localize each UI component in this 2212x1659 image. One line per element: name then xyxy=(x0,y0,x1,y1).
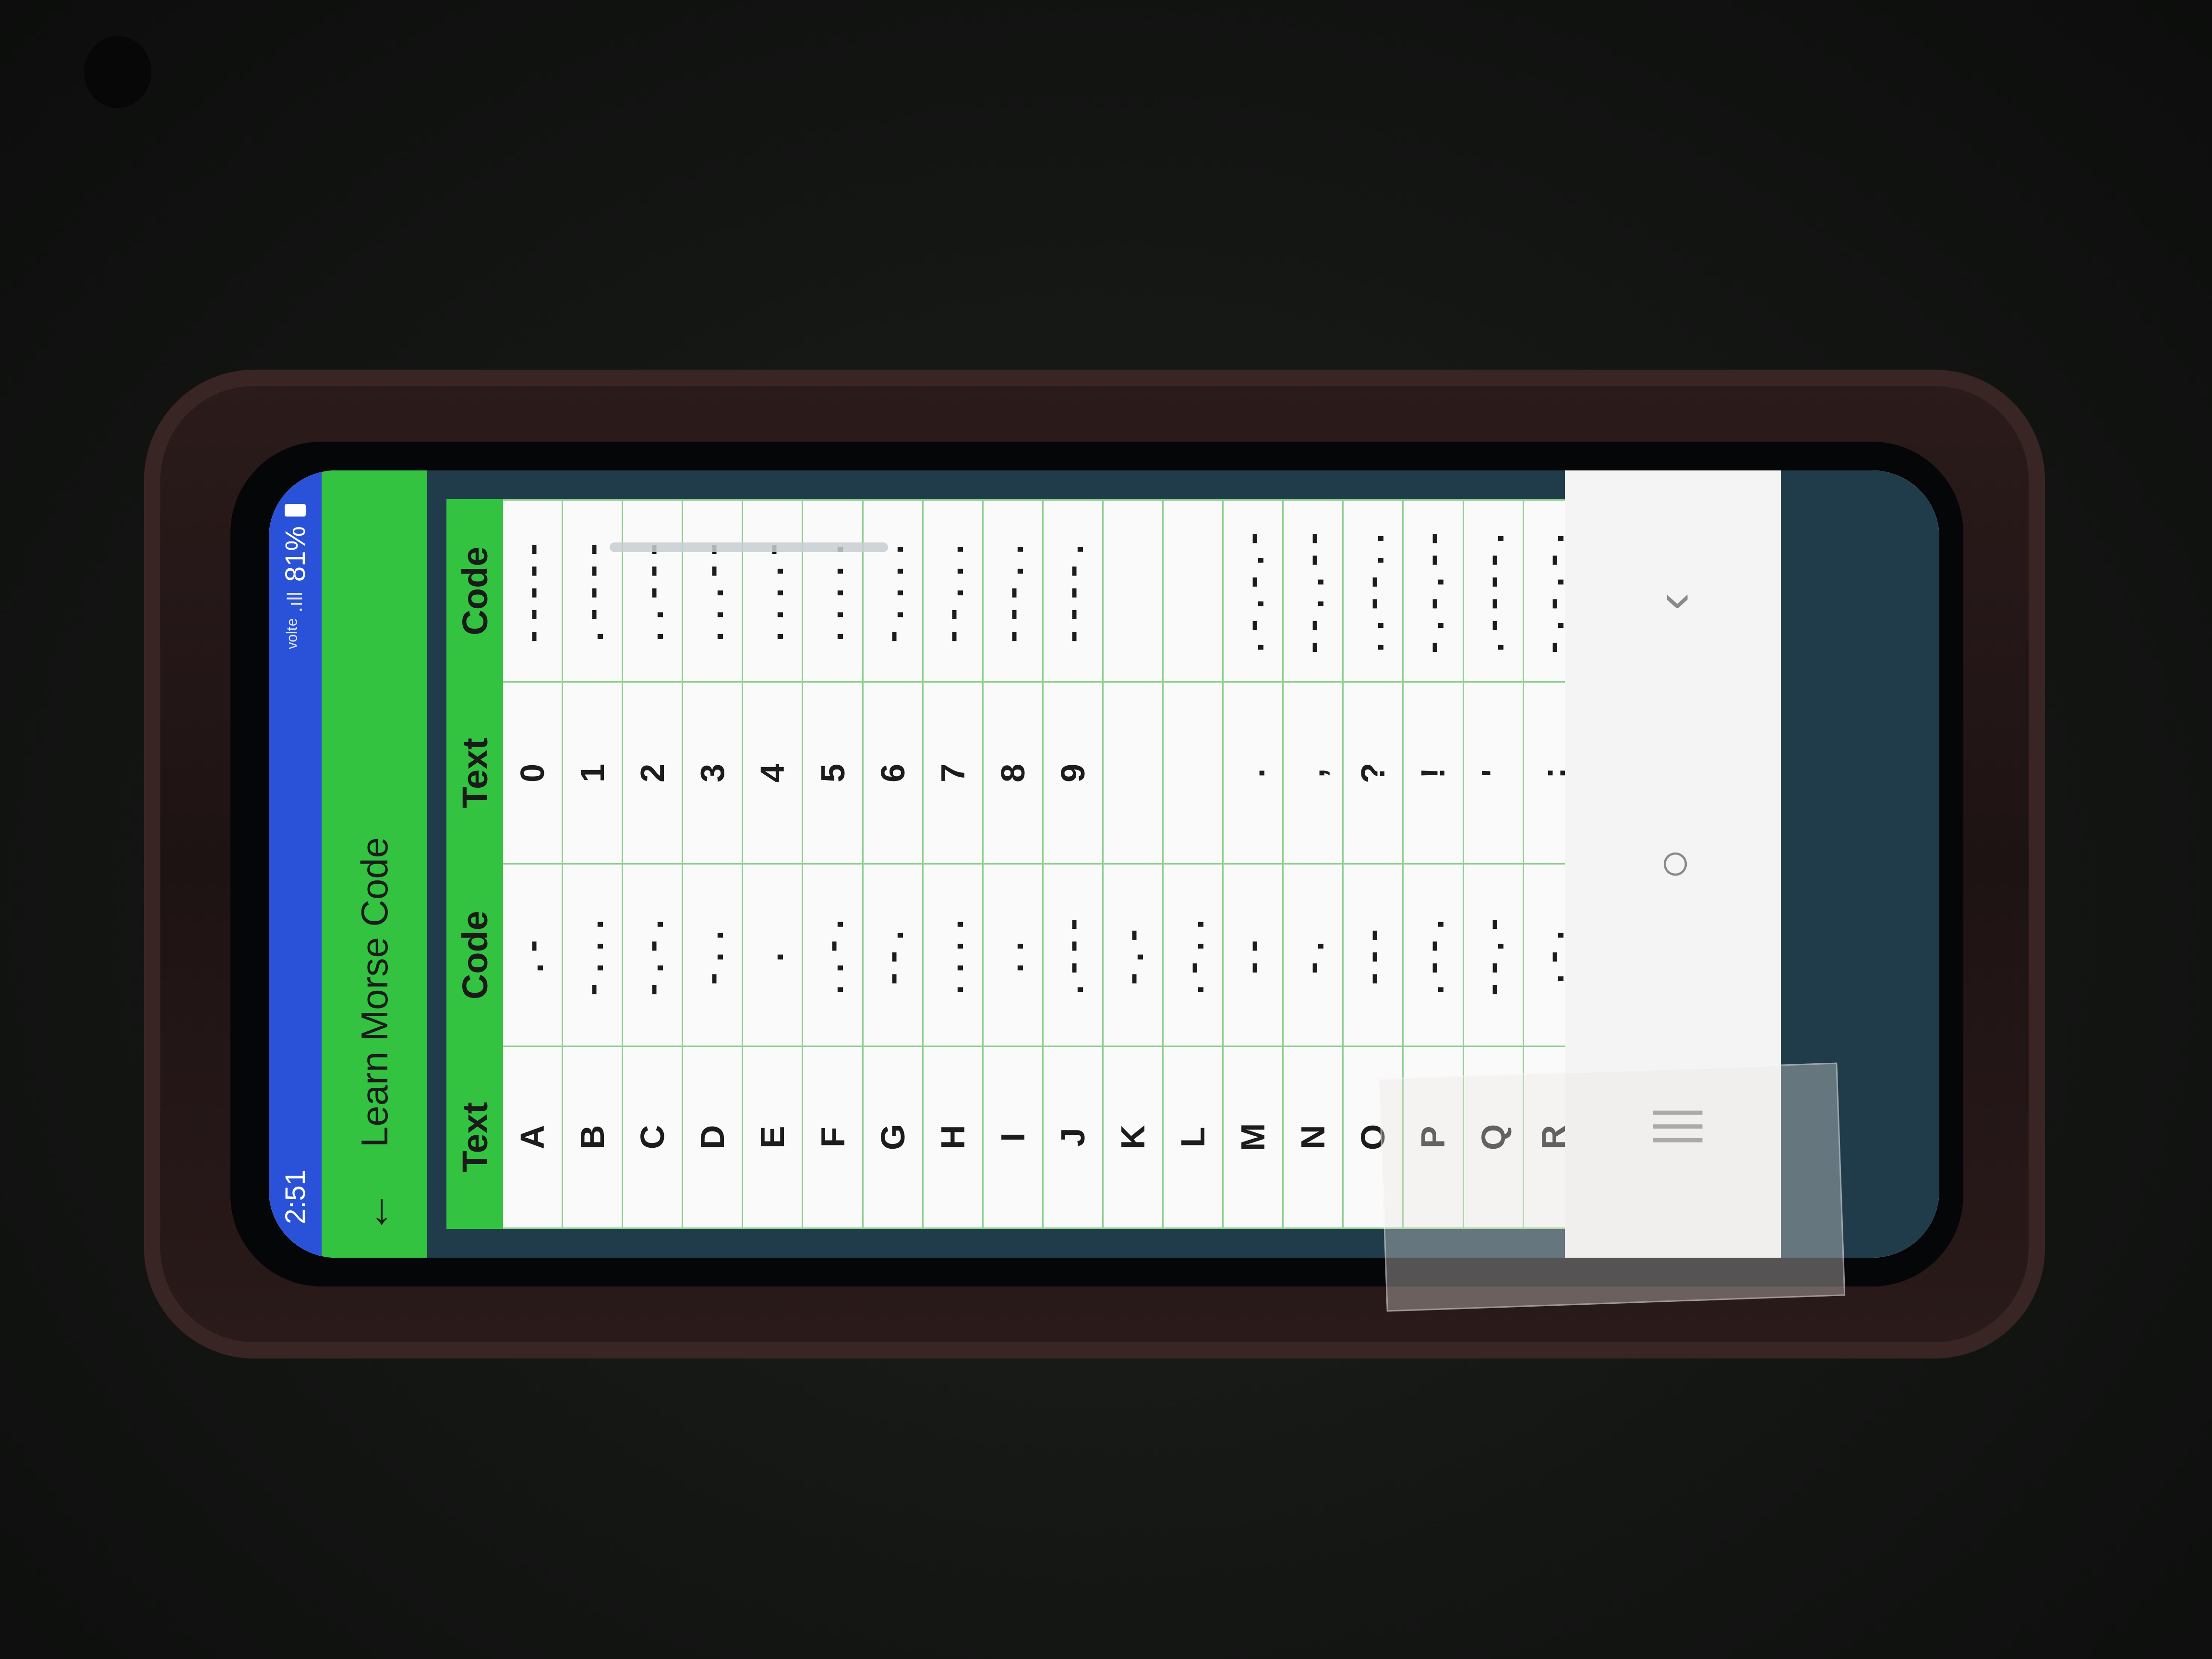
page-title: Learn Morse Code xyxy=(353,837,396,1147)
status-time: 2:51 xyxy=(279,1170,311,1224)
scroll-handle[interactable] xyxy=(610,542,888,552)
table-row: B -... 1 .---- xyxy=(562,500,623,1228)
code-cell: ----. xyxy=(1043,500,1103,682)
text-cell: A xyxy=(502,1046,563,1228)
code-cell: ..--- xyxy=(622,500,683,682)
code-cell: -.- xyxy=(1103,864,1163,1046)
code-cell: -- xyxy=(1223,864,1283,1046)
table-row: L .-.. xyxy=(1163,500,1223,1228)
text-cell: 2 xyxy=(622,682,683,864)
table-row: J .--- 9 ----. xyxy=(1043,500,1103,1228)
text-cell: ? xyxy=(1343,682,1403,864)
code-cell: -.. xyxy=(682,864,743,1046)
signal-icon: ᵛᵒˡᵗᵉ .ıll xyxy=(283,591,307,649)
text-cell: , xyxy=(1283,682,1343,864)
table-row: G --. 6 -.... xyxy=(863,500,923,1228)
code-cell: --.- xyxy=(1463,864,1524,1046)
status-bar: 2:51 ᵛᵒˡᵗᵉ .ıll 81% xyxy=(269,470,322,1258)
background-hole xyxy=(84,36,151,108)
code-cell: --. xyxy=(863,864,923,1046)
home-icon[interactable]: ○ xyxy=(1643,792,1704,936)
code-cell: .... xyxy=(923,864,983,1046)
code-cell: .----. xyxy=(1463,500,1524,682)
text-cell: N xyxy=(1283,1046,1343,1228)
code-cell: .-.-.- xyxy=(1223,500,1283,682)
table-row: A .- 0 ----- xyxy=(502,500,563,1228)
text-cell: 1 xyxy=(562,682,623,864)
text-cell: ' xyxy=(1463,682,1524,864)
text-cell: 0 xyxy=(502,682,563,864)
code-cell: ...-- xyxy=(682,500,743,682)
text-cell xyxy=(1103,682,1163,864)
text-cell: C xyxy=(622,1046,683,1228)
text-cell: E xyxy=(742,1046,803,1228)
text-cell: 7 xyxy=(923,682,983,864)
table-row: N -., --..-- xyxy=(1283,500,1343,1228)
code-cell: -. xyxy=(1283,864,1343,1046)
code-cell: --... xyxy=(923,500,983,682)
code-cell: .---- xyxy=(562,500,623,682)
code-cell xyxy=(1163,500,1223,682)
code-cell: -.-. xyxy=(622,864,683,1046)
table-row: E. 4 ....- xyxy=(742,500,803,1228)
text-cell: F xyxy=(802,1046,863,1228)
table-row: H.... 7 --... xyxy=(923,500,983,1228)
tape-overlay xyxy=(1378,1062,1846,1312)
text-cell: 6 xyxy=(863,682,923,864)
app-bar: ← Learn Morse Code xyxy=(322,470,427,1258)
table-row: M --. .-.-.- xyxy=(1223,500,1283,1228)
text-cell: 8 xyxy=(983,682,1043,864)
text-cell: G xyxy=(863,1046,923,1228)
text-cell: H xyxy=(923,1046,983,1228)
code-cell: ..-. xyxy=(802,864,863,1046)
table-row: K -.- xyxy=(1103,500,1163,1228)
code-cell: .. xyxy=(983,864,1043,1046)
text-cell: D xyxy=(682,1046,743,1228)
text-cell: 9 xyxy=(1043,682,1103,864)
text-cell: I xyxy=(983,1046,1043,1228)
header-text: Text xyxy=(447,1046,503,1228)
text-cell xyxy=(1163,682,1223,864)
status-indicators: ᵛᵒˡᵗᵉ .ıll 81% xyxy=(279,504,312,649)
text-cell: L xyxy=(1163,1046,1223,1228)
battery-icon xyxy=(285,504,306,517)
text-cell: 4 xyxy=(742,682,803,864)
code-cell: ---.. xyxy=(983,500,1043,682)
back-arrow-icon[interactable]: ← xyxy=(350,1176,398,1234)
code-cell: ----- xyxy=(502,500,563,682)
code-cell: . xyxy=(742,864,803,1046)
header-text: Text xyxy=(447,682,503,864)
header-code: Code xyxy=(447,500,503,682)
code-cell: .--. xyxy=(1403,864,1463,1046)
text-cell: ! xyxy=(1403,682,1463,864)
code-cell: -.... xyxy=(863,500,923,682)
header-code: Code xyxy=(447,864,503,1046)
nav-back-icon[interactable]: ‹ xyxy=(1643,529,1704,673)
text-cell: . xyxy=(1223,682,1283,864)
code-cell: -... xyxy=(562,864,623,1046)
text-cell: 5 xyxy=(802,682,863,864)
code-cell: ..--.. xyxy=(1343,500,1403,682)
table-row: C -.-. 2 ..--- xyxy=(622,500,683,1228)
text-cell: M xyxy=(1223,1046,1283,1228)
code-cell: ....- xyxy=(742,500,803,682)
table-row: F ..-. 5..... xyxy=(802,500,863,1228)
code-cell: --..-- xyxy=(1283,500,1343,682)
text-cell: 3 xyxy=(682,682,743,864)
code-cell xyxy=(1103,500,1163,682)
table-row: D -.. 3 ...-- xyxy=(682,500,743,1228)
code-cell: -.-.-- xyxy=(1403,500,1463,682)
code-cell: --- xyxy=(1343,864,1403,1046)
table-row: I.. 8 ---.. xyxy=(983,500,1043,1228)
text-cell: K xyxy=(1103,1046,1163,1228)
text-cell: B xyxy=(562,1046,623,1228)
text-cell: J xyxy=(1043,1046,1103,1228)
code-cell: .-.. xyxy=(1163,864,1223,1046)
code-cell: .--- xyxy=(1043,864,1103,1046)
battery-percent: 81% xyxy=(279,526,311,582)
code-cell: ..... xyxy=(802,500,863,682)
code-cell: .- xyxy=(502,864,563,1046)
table-header-row: Text Code Text Code xyxy=(447,500,503,1228)
